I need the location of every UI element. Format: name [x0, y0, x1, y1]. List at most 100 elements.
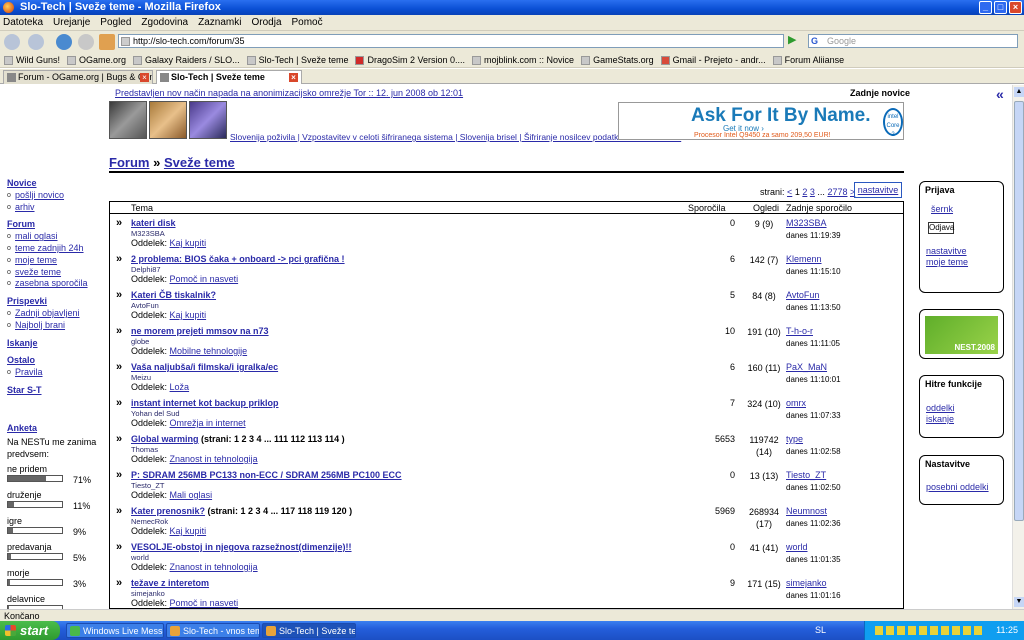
nav-item-rules[interactable]: Pravila: [7, 367, 107, 379]
last-post-user[interactable]: AvtoFun: [786, 290, 819, 300]
bookmark-item[interactable]: Gmail - Prejeto - andr...: [660, 55, 766, 65]
last-post-user[interactable]: world: [786, 542, 808, 552]
menu-help[interactable]: Pomoč: [292, 17, 323, 28]
news-captions[interactable]: Slovenija poživila | Vzpostavitev v celo…: [230, 132, 681, 142]
nav-item-fresh-topics[interactable]: sveže teme: [7, 267, 107, 279]
topic-title[interactable]: Global warming: [131, 434, 199, 444]
nav-item-private-messages[interactable]: zasebna sporočila: [7, 278, 107, 290]
advertisement-banner[interactable]: Ask For It By Name. Get it now › Proceso…: [618, 102, 904, 140]
back-icon[interactable]: [4, 34, 20, 50]
section-link[interactable]: Omrežja in internet: [170, 418, 246, 428]
section-link[interactable]: Pomoč in nasveti: [170, 598, 239, 608]
breadcrumb-forum[interactable]: Forum: [109, 155, 149, 170]
bookmark-item[interactable]: OGame.org: [67, 55, 126, 65]
settings-link[interactable]: nastavitve: [926, 246, 967, 256]
nav-heading-forum[interactable]: Forum: [7, 219, 107, 231]
news-thumbnail[interactable]: [189, 101, 227, 139]
topic-title[interactable]: VESOLJE-obstoj in njegova razsežnost(dim…: [131, 542, 352, 552]
last-post-user[interactable]: omrx: [786, 398, 806, 408]
section-link[interactable]: Pomoč in nasveti: [170, 274, 239, 284]
close-tab-icon[interactable]: ×: [289, 73, 298, 82]
menu-edit[interactable]: Urejanje: [53, 17, 90, 28]
news-thumbnail[interactable]: [149, 101, 187, 139]
menu-file[interactable]: Datoteka: [3, 17, 43, 28]
tab-slotech[interactable]: Slo-Tech | Sveže teme ×: [156, 70, 302, 84]
logout-button[interactable]: Odjava: [928, 222, 954, 234]
section-link[interactable]: Znanost in tehnologija: [170, 454, 258, 464]
tray-icons[interactable]: [875, 626, 985, 635]
last-post-user[interactable]: T-h-o-r: [786, 326, 813, 336]
bookmark-item[interactable]: Galaxy Raiders / SLO...: [133, 55, 240, 65]
reload-icon[interactable]: [56, 34, 72, 50]
topic-title[interactable]: kateri disk: [131, 218, 176, 228]
username-link[interactable]: šernk: [931, 204, 953, 214]
section-link[interactable]: Mobilne tehnologije: [170, 346, 248, 356]
topic-pages[interactable]: (strani: 1 2 3 4 ... 117 118 119 120 ): [208, 506, 353, 516]
last-post-user[interactable]: simejanko: [786, 578, 827, 588]
last-post-user[interactable]: M323SBA: [786, 218, 827, 228]
taskbar-item-slotech-fresh[interactable]: Slo-Tech | Sveže tem...: [262, 623, 356, 638]
section-link[interactable]: Loža: [170, 382, 190, 392]
nav-heading-posts[interactable]: Prispevki: [7, 296, 107, 308]
bookmark-item[interactable]: Wild Guns!: [4, 55, 60, 65]
topic-title[interactable]: ne morem prejeti mmsov na n73: [131, 326, 269, 336]
scroll-thumb[interactable]: [1014, 101, 1024, 521]
bookmark-item[interactable]: Slo-Tech | Sveže teme: [246, 55, 348, 65]
topic-title[interactable]: P: SDRAM 256MB PC133 non-ECC / SDRAM 256…: [131, 470, 402, 480]
topic-title[interactable]: Vaša naljubša/i filmska/i igralka/ec: [131, 362, 278, 372]
nav-item-submit-news[interactable]: pošlji novico: [7, 190, 107, 202]
bookmark-item[interactable]: Forum Aliianse: [772, 55, 844, 65]
news-thumbnail[interactable]: [109, 101, 147, 139]
topic-pages[interactable]: (strani: 1 2 3 4 ... 111 112 113 114 ): [201, 434, 345, 444]
menu-history[interactable]: Zgodovina: [141, 17, 188, 28]
nav-item-my-topics[interactable]: moje teme: [7, 255, 107, 267]
breadcrumb-section[interactable]: Sveže teme: [164, 155, 235, 170]
topic-title[interactable]: instant internet kot backup priklop: [131, 398, 279, 408]
taskbar-item-messenger[interactable]: Windows Live Messen...: [66, 623, 164, 638]
nav-item-archive[interactable]: arhiv: [7, 202, 107, 214]
forward-icon[interactable]: [28, 34, 44, 50]
last-post-user[interactable]: type: [786, 434, 803, 444]
search-box[interactable]: G Google: [808, 34, 1018, 48]
last-post-user[interactable]: Klemenn: [786, 254, 822, 264]
last-post-user[interactable]: PaX_MaN: [786, 362, 827, 372]
pager-page[interactable]: 2778: [827, 187, 847, 197]
collapse-icon[interactable]: «: [996, 86, 1004, 102]
home-icon[interactable]: [99, 34, 115, 50]
close-button[interactable]: ×: [1009, 1, 1022, 14]
minimize-button[interactable]: _: [979, 1, 992, 14]
nav-item-latest-published[interactable]: Zadnji objavljeni: [7, 308, 107, 320]
bookmark-item[interactable]: mojblink.com :: Novice: [472, 55, 574, 65]
nav-heading-news[interactable]: Novice: [7, 178, 107, 190]
special-sections-link[interactable]: posebni oddelki: [926, 482, 989, 492]
nest-banner[interactable]: NEST.2008: [925, 316, 998, 354]
maximize-button[interactable]: □: [994, 1, 1007, 14]
bookmark-item[interactable]: GameStats.org: [581, 55, 654, 65]
go-icon[interactable]: ▶: [788, 34, 802, 48]
nav-heading-other[interactable]: Ostalo: [7, 355, 107, 367]
section-link[interactable]: Kaj kupiti: [170, 310, 207, 320]
pager-prev[interactable]: <: [787, 187, 792, 197]
pager-page[interactable]: 2: [802, 187, 807, 197]
vertical-scrollbar[interactable]: ▲ ▼: [1012, 85, 1024, 609]
topic-title[interactable]: Kater prenosnik?: [131, 506, 205, 516]
nav-item-classifieds[interactable]: mali oglasi: [7, 231, 107, 243]
address-bar[interactable]: http://slo-tech.com/forum/35: [118, 34, 784, 48]
stop-icon[interactable]: [78, 34, 94, 50]
pager-page[interactable]: 3: [810, 187, 815, 197]
taskbar-item-slotech-new[interactable]: Slo-Tech - vnos teme ...: [166, 623, 260, 638]
top-news-link[interactable]: Predstavljen nov način napada na anonimi…: [115, 88, 463, 98]
language-indicator[interactable]: SL: [815, 621, 826, 640]
menu-tools[interactable]: Orodja: [251, 17, 281, 28]
scroll-up-icon[interactable]: ▲: [1014, 87, 1024, 97]
topic-title[interactable]: težave z interetom: [131, 578, 209, 588]
my-topics-link[interactable]: moje teme: [926, 257, 968, 267]
start-button[interactable]: start: [0, 621, 60, 640]
last-post-user[interactable]: Tiesto_ZT: [786, 470, 826, 480]
settings-button[interactable]: nastavitve: [854, 182, 902, 198]
topic-title[interactable]: 2 problema: BIOS čaka + onboard -> pci g…: [131, 254, 345, 264]
last-post-user[interactable]: Neumnost: [786, 506, 827, 516]
menu-bookmarks[interactable]: Zaznamki: [198, 17, 241, 28]
section-link[interactable]: Mali oglasi: [170, 490, 213, 500]
section-link[interactable]: Kaj kupiti: [170, 238, 207, 248]
